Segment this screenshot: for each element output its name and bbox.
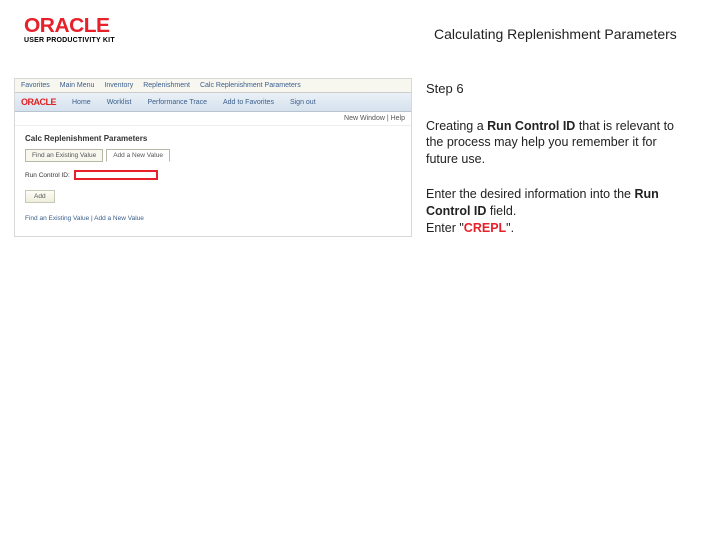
brand-bar: ORACLE Home Worklist Performance Trace A… (15, 93, 411, 112)
text: Creating a (426, 119, 487, 133)
mini-oracle-logo: ORACLE (21, 97, 56, 107)
text: Enter " (426, 221, 464, 235)
entry-value: CREPL (464, 221, 506, 235)
page-title: Calculating Replenishment Parameters (434, 26, 700, 42)
title-block: Calculating Replenishment Parameters (174, 16, 700, 42)
page-header: ORACLE USER PRODUCTIVITY KIT Calculating… (0, 0, 720, 52)
brand-nav: Worklist (107, 99, 132, 106)
tab-strip: Find an Existing Value Add a New Value (25, 149, 401, 162)
screenshot-footer-links: Find an Existing Value | Add a New Value (25, 215, 401, 222)
screenshot-body: Calc Replenishment Parameters Find an Ex… (15, 126, 411, 236)
window-links: New Window | Help (15, 112, 411, 126)
text: field. (486, 204, 516, 218)
content-row: Favorites Main Menu Inventory Replenishm… (0, 52, 720, 255)
instruction-panel: Step 6 Creating a Run Control ID that is… (426, 78, 682, 255)
bold-text: Run Control ID (487, 119, 575, 133)
crumb: Inventory (104, 82, 133, 89)
add-button[interactable]: Add (25, 190, 55, 203)
brand-nav: Add to Favorites (223, 99, 274, 106)
text: ". (506, 221, 514, 235)
tab-find[interactable]: Find an Existing Value (25, 149, 103, 162)
breadcrumb: Favorites Main Menu Inventory Replenishm… (15, 79, 411, 93)
instruction-p1: Creating a Run Control ID that is releva… (426, 118, 682, 169)
run-control-label: Run Control ID: (25, 172, 70, 179)
text: Enter the desired information into the (426, 187, 634, 201)
oracle-logo: ORACLE (24, 16, 182, 36)
logo-block: ORACLE USER PRODUCTIVITY KIT (24, 16, 174, 44)
tab-add[interactable]: Add a New Value (106, 149, 170, 162)
crumb: Calc Replenishment Parameters (200, 82, 301, 89)
instruction-p2: Enter the desired information into the R… (426, 186, 682, 237)
run-control-input[interactable] (74, 170, 158, 180)
field-row: Run Control ID: (25, 170, 401, 180)
crumb: Favorites (21, 82, 50, 89)
brand-nav: Home (72, 99, 91, 106)
crumb: Main Menu (60, 82, 95, 89)
screenshot-heading: Calc Replenishment Parameters (25, 134, 401, 143)
crumb: Replenishment (143, 82, 190, 89)
app-screenshot: Favorites Main Menu Inventory Replenishm… (14, 78, 412, 237)
brand-nav: Sign out (290, 99, 316, 106)
logo-subtitle: USER PRODUCTIVITY KIT (24, 37, 174, 44)
brand-nav: Performance Trace (147, 99, 207, 106)
step-label: Step 6 (426, 80, 682, 98)
